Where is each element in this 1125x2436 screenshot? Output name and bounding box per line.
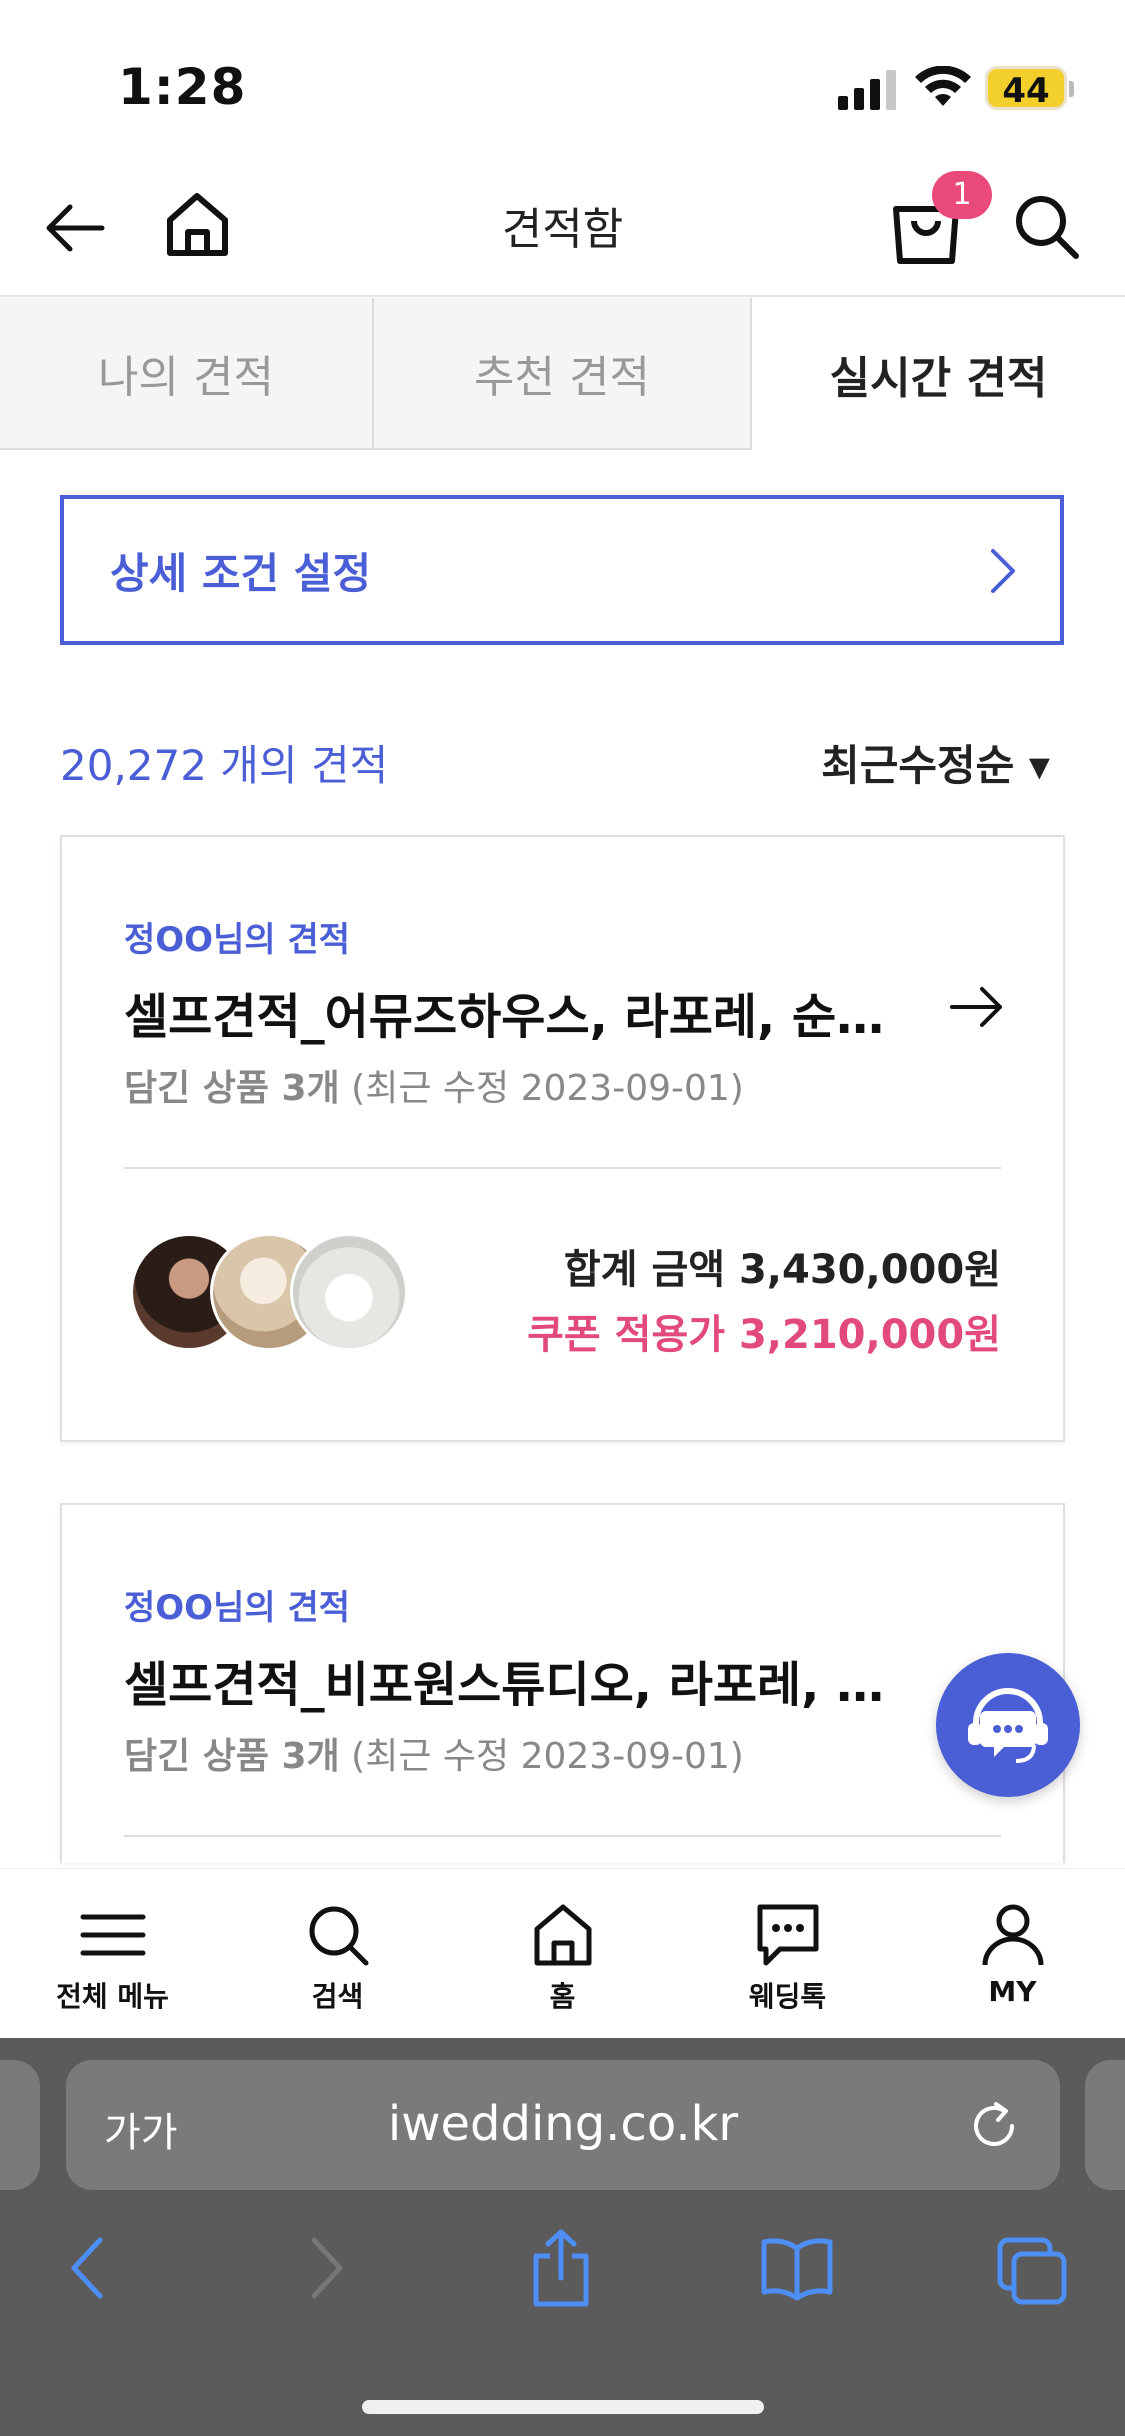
battery-indicator: 44: [985, 66, 1074, 111]
sort-dropdown[interactable]: 최근수정순 ▾: [821, 732, 1050, 793]
battery-level: 44: [1002, 71, 1050, 111]
estimate-card[interactable]: 정OO님의 견적 셀프견적_비포원스튜디오, 라포레, … 담긴 상품 3개 (…: [60, 1503, 1065, 1863]
reload-icon[interactable]: [966, 2098, 1022, 2154]
card-total-amount: 합계 금액 3,430,000원: [563, 1247, 1001, 1293]
search-icon: [309, 1906, 368, 1966]
estimate-count: 20,272 개의 견적: [60, 741, 389, 790]
cellular-signal-icon: [838, 70, 896, 110]
url-text[interactable]: iwedding.co.kr: [66, 2096, 1060, 2152]
home-indicator: [362, 2400, 764, 2414]
cart-count-badge: 1: [932, 171, 992, 219]
status-time: 1:28: [118, 58, 247, 116]
detail-settings-button[interactable]: 상세 조건 설정: [60, 495, 1064, 645]
card-item-count: 담긴 상품 3개: [124, 1736, 340, 1777]
bookmarks-icon[interactable]: [758, 2228, 836, 2308]
wifi-icon: [915, 66, 971, 106]
home-icon: [534, 1904, 591, 1966]
card-modified-date: (최근 수정 2023-09-01): [351, 1068, 744, 1109]
nav-label: MY: [988, 1975, 1037, 2008]
chat-icon: [757, 1904, 818, 1966]
card-item-count: 담긴 상품 3개: [124, 1068, 340, 1109]
card-coupon-price: 쿠폰 적용가 3,210,000원: [527, 1312, 1001, 1358]
bottom-navigation: 전체 메뉴 검색 홈 웨딩톡 MY: [0, 1868, 1125, 2038]
browser-chrome: 가가 iwedding.co.kr: [0, 2038, 1125, 2436]
card-modified-date: (최근 수정 2023-09-01): [351, 1736, 744, 1777]
nav-label: 검색: [311, 1980, 364, 2013]
address-bar[interactable]: 가가 iwedding.co.kr: [66, 2060, 1060, 2190]
tab-realtime-estimates[interactable]: 실시간 견적: [752, 298, 1125, 450]
card-divider: [124, 1167, 1001, 1169]
product-thumbnail-dress: [290, 1233, 408, 1351]
arrow-right-icon[interactable]: [950, 985, 1004, 1029]
tabs-icon[interactable]: [996, 2228, 1070, 2308]
card-owner: 정OO님의 견적: [124, 920, 351, 960]
next-tab-peek[interactable]: [1085, 2060, 1125, 2190]
detail-settings-label: 상세 조건 설정: [110, 548, 372, 598]
tab-recommended-estimates[interactable]: 추천 견적: [374, 298, 752, 450]
card-title[interactable]: 셀프견적_비포원스튜디오, 라포레, …: [124, 1645, 924, 1715]
status-bar: 1:28 44: [0, 0, 1125, 165]
previous-tab-peek[interactable]: [0, 2060, 40, 2190]
card-meta: 담긴 상품 3개 (최근 수정 2023-09-01): [124, 1727, 744, 1779]
card-title[interactable]: 셀프견적_어뮤즈하우스, 라포레, 순…: [124, 977, 924, 1047]
card-meta: 담긴 상품 3개 (최근 수정 2023-09-01): [124, 1059, 744, 1111]
menu-icon: [80, 1914, 145, 1956]
browser-back-icon[interactable]: [62, 2228, 112, 2308]
estimate-card[interactable]: 정OO님의 견적 셀프견적_어뮤즈하우스, 라포레, 순… 담긴 상품 3개 (…: [60, 835, 1065, 1442]
nav-wedding-talk[interactable]: 웨딩톡: [675, 1869, 900, 2038]
nav-label: 전체 메뉴: [56, 1980, 169, 2013]
nav-label: 홈: [549, 1980, 576, 2013]
search-icon[interactable]: [1010, 190, 1082, 262]
share-icon[interactable]: [528, 2228, 594, 2308]
user-icon: [982, 1904, 1043, 1966]
estimate-tabs: 나의 견적 추천 견적 실시간 견적: [0, 298, 1125, 450]
nav-my[interactable]: MY: [900, 1869, 1125, 2038]
browser-forward-icon[interactable]: [302, 2228, 352, 2308]
nav-full-menu[interactable]: 전체 메뉴: [0, 1869, 225, 2038]
card-owner: 정OO님의 견적: [124, 1588, 351, 1628]
top-header: 견적함 1: [0, 165, 1125, 297]
customer-support-button[interactable]: [936, 1653, 1080, 1797]
card-divider: [124, 1835, 1001, 1837]
nav-search[interactable]: 검색: [225, 1869, 450, 2038]
product-thumbnails: [130, 1233, 430, 1351]
nav-home[interactable]: 홈: [450, 1869, 675, 2038]
headset-chat-icon: [968, 1688, 1048, 1763]
browser-toolbar: [0, 2228, 1125, 2328]
tab-my-estimates[interactable]: 나의 견적: [0, 298, 374, 450]
nav-label: 웨딩톡: [748, 1980, 827, 2013]
chevron-right-icon: [991, 549, 1015, 593]
